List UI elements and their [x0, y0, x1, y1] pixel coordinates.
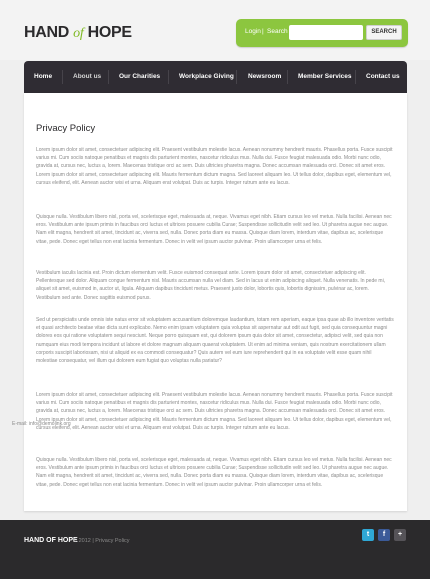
google-plus-icon[interactable]: + — [394, 529, 406, 541]
login-search-bar: Login | Search SEARCH — [236, 19, 408, 47]
content-paragraph: Vestibulum iaculis lacinia est. Proin di… — [36, 270, 386, 301]
nav-item-workplace-giving[interactable]: Workplace Giving — [179, 61, 234, 93]
content-paragraph: Quisque nulla. Vestibulum libero nisl, p… — [36, 457, 392, 488]
search-button[interactable]: SEARCH — [366, 25, 402, 40]
twitter-icon[interactable]: t — [362, 529, 374, 541]
page-title: Privacy Policy — [36, 123, 96, 134]
footer-logo: HAND OF HOPE — [24, 537, 78, 544]
copyright-text[interactable]: © 2012 | Privacy Policy — [73, 538, 130, 544]
toolbar-separator: | — [262, 28, 264, 35]
content-paragraph: Sed ut perspiciatis unde omnis iste natu… — [36, 317, 394, 365]
content-paragraph: Quisque nulla. Vestibulum libero nisl, p… — [36, 214, 392, 245]
footer-copyright: © 2012 | Privacy Policy — [73, 538, 130, 544]
nav-item-home[interactable]: Home — [34, 61, 52, 93]
contact-email: E-mail: info@demolink.org — [12, 421, 71, 427]
main-content: Privacy Policy Lorem ipsum dolor sit ame… — [24, 93, 407, 511]
nav-item-contact-us[interactable]: Contact us — [366, 61, 400, 93]
site-logo[interactable]: HAND of HOPE — [24, 24, 132, 42]
nav-divider — [62, 70, 63, 84]
search-label: Search — [267, 28, 288, 35]
main-navigation: Home About us Our Charities Workplace Gi… — [24, 61, 407, 93]
content-paragraph: Lorem ipsum dolor sit amet, consectetuer… — [36, 392, 393, 431]
content-paragraph: Lorem ipsum dolor sit amet, consectetuer… — [36, 147, 393, 186]
logo-text-of: of — [73, 26, 84, 41]
nav-item-newsroom[interactable]: Newsroom — [248, 61, 281, 93]
nav-divider — [168, 70, 169, 84]
login-link[interactable]: Login — [245, 28, 261, 35]
search-input[interactable] — [289, 25, 363, 40]
nav-item-about-us[interactable]: About us — [73, 61, 101, 93]
logo-text-hope: HOPE — [83, 24, 132, 41]
nav-divider — [236, 70, 237, 84]
nav-divider — [108, 70, 109, 84]
nav-divider — [355, 70, 356, 84]
nav-item-our-charities[interactable]: Our Charities — [119, 61, 160, 93]
nav-item-member-services[interactable]: Member Services — [298, 61, 351, 93]
facebook-icon[interactable]: f — [378, 529, 390, 541]
nav-divider — [287, 70, 288, 84]
logo-text-hand: HAND — [24, 24, 74, 41]
